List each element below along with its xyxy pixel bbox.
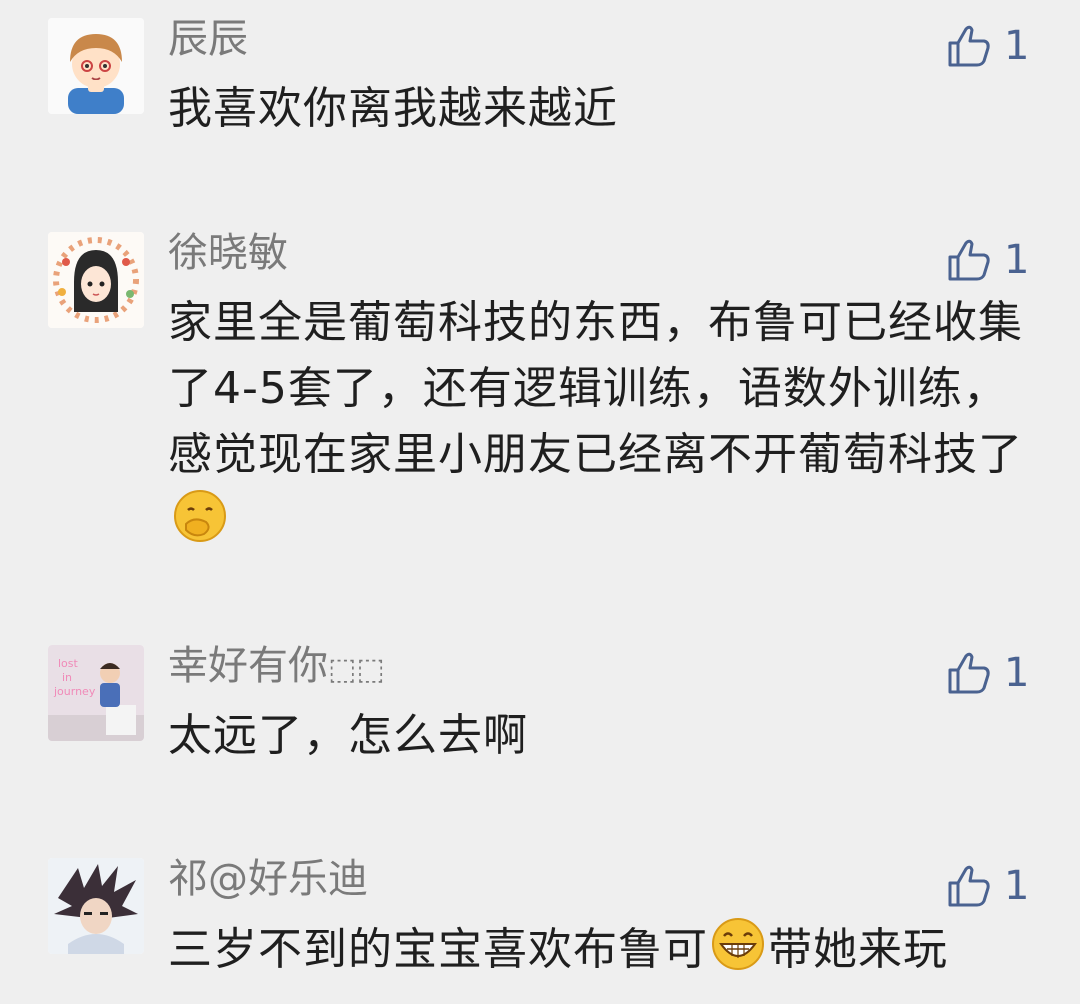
comment-author-suffix: ⬚⬚ — [328, 652, 385, 687]
avatar[interactable] — [48, 18, 144, 114]
anime-character-avatar-icon — [48, 858, 144, 954]
comment-text: 太远了，怎么去啊 — [168, 710, 528, 761]
child-photo-avatar-icon: lost in journey — [48, 645, 144, 741]
comment-author[interactable]: 幸好有你⬚⬚ — [168, 641, 385, 695]
comment-text: 我喜欢你离我越来越近 — [168, 83, 618, 134]
grinning-emoji-icon — [710, 916, 766, 972]
avatar[interactable]: lost in journey — [48, 645, 144, 741]
thumbs-up-icon — [948, 652, 990, 694]
avatar[interactable] — [48, 232, 144, 328]
hand-over-mouth-emoji-icon — [172, 488, 228, 544]
comment-text-content: 家里全是葡萄科技的东西，布鲁可已经收集了4-5套了，还有逻辑训练，语数外训练，感… — [168, 297, 1023, 480]
like-count: 1 — [1004, 237, 1030, 283]
cartoon-boy-avatar-icon — [48, 18, 144, 114]
thumbs-up-icon — [948, 25, 990, 67]
comment-list: 辰辰 我喜欢你离我越来越近 1 徐晓敏 家里全是葡萄科技的东西，布鲁可已经收集了… — [0, 0, 1080, 1004]
comment-author[interactable]: 辰辰 — [168, 14, 248, 64]
comment-text-after: 带她来玩 — [768, 924, 948, 975]
avatar-photo-text: lost — [58, 657, 79, 670]
cartoon-girl-flower-wreath-avatar-icon — [48, 232, 144, 328]
like-button[interactable]: 1 — [944, 645, 1029, 701]
avatar[interactable] — [48, 858, 144, 954]
comment-text: 家里全是葡萄科技的东西，布鲁可已经收集了4-5套了，还有逻辑训练，语数外训练，感… — [168, 290, 1028, 555]
like-count: 1 — [1004, 863, 1030, 909]
thumbs-up-icon — [948, 865, 990, 907]
like-button[interactable]: 1 — [944, 858, 1029, 914]
comment-author[interactable]: 徐晓敏 — [168, 228, 288, 278]
like-count: 1 — [1004, 650, 1030, 696]
comment-author-name: 幸好有你 — [168, 643, 328, 689]
like-button[interactable]: 1 — [944, 18, 1029, 74]
avatar-photo-text: journey — [53, 685, 96, 698]
comment-author[interactable]: 祁@好乐迪 — [168, 854, 368, 904]
thumbs-up-icon — [948, 239, 990, 281]
like-button[interactable]: 1 — [944, 232, 1029, 288]
like-count: 1 — [1004, 23, 1030, 69]
avatar-photo-text: in — [62, 671, 72, 684]
comment-text-before: 三岁不到的宝宝喜欢布鲁可 — [168, 924, 708, 975]
comment-text: 三岁不到的宝宝喜欢布鲁可 带她来玩 — [168, 916, 1028, 983]
